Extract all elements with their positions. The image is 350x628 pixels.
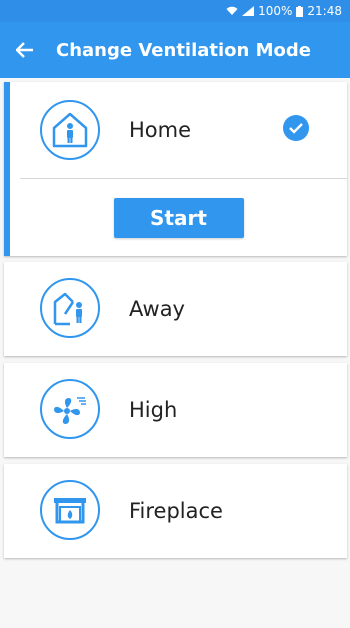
clock: 21:48 <box>307 4 342 18</box>
mode-row-high[interactable]: High <box>4 363 347 457</box>
wifi-icon <box>226 6 238 16</box>
mode-row-home[interactable]: Home <box>10 82 347 178</box>
battery-percent: 100% <box>258 4 293 18</box>
arrow-back-icon <box>16 42 33 58</box>
mode-label-fireplace: Fireplace <box>129 499 223 523</box>
home-person-icon <box>40 100 100 160</box>
page-title: Change Ventilation Mode <box>56 39 311 61</box>
start-button[interactable]: Start <box>113 198 244 238</box>
mode-row-fireplace[interactable]: Fireplace <box>4 464 347 558</box>
signal-icon <box>242 6 255 16</box>
status-bar: 100% 21:48 <box>0 0 350 22</box>
fireplace-icon <box>40 480 100 540</box>
mode-row-away[interactable]: Away <box>4 262 347 356</box>
fan-icon <box>40 379 100 439</box>
checkmark-icon <box>283 115 309 141</box>
mode-label-home: Home <box>129 118 192 142</box>
mode-card-fireplace[interactable]: Fireplace <box>4 464 347 558</box>
start-area: Start <box>10 179 347 257</box>
mode-label-away: Away <box>129 297 185 321</box>
mode-card-away[interactable]: Away <box>4 262 347 356</box>
back-button[interactable] <box>0 22 50 78</box>
mode-list: Home Start Away High Fireplace <box>0 78 350 628</box>
mode-card-high[interactable]: High <box>4 363 347 457</box>
app-bar: Change Ventilation Mode <box>0 22 350 78</box>
mode-label-high: High <box>129 398 178 422</box>
mode-card-home[interactable]: Home Start <box>4 82 347 256</box>
battery-icon <box>296 5 304 17</box>
away-person-icon <box>40 278 100 338</box>
